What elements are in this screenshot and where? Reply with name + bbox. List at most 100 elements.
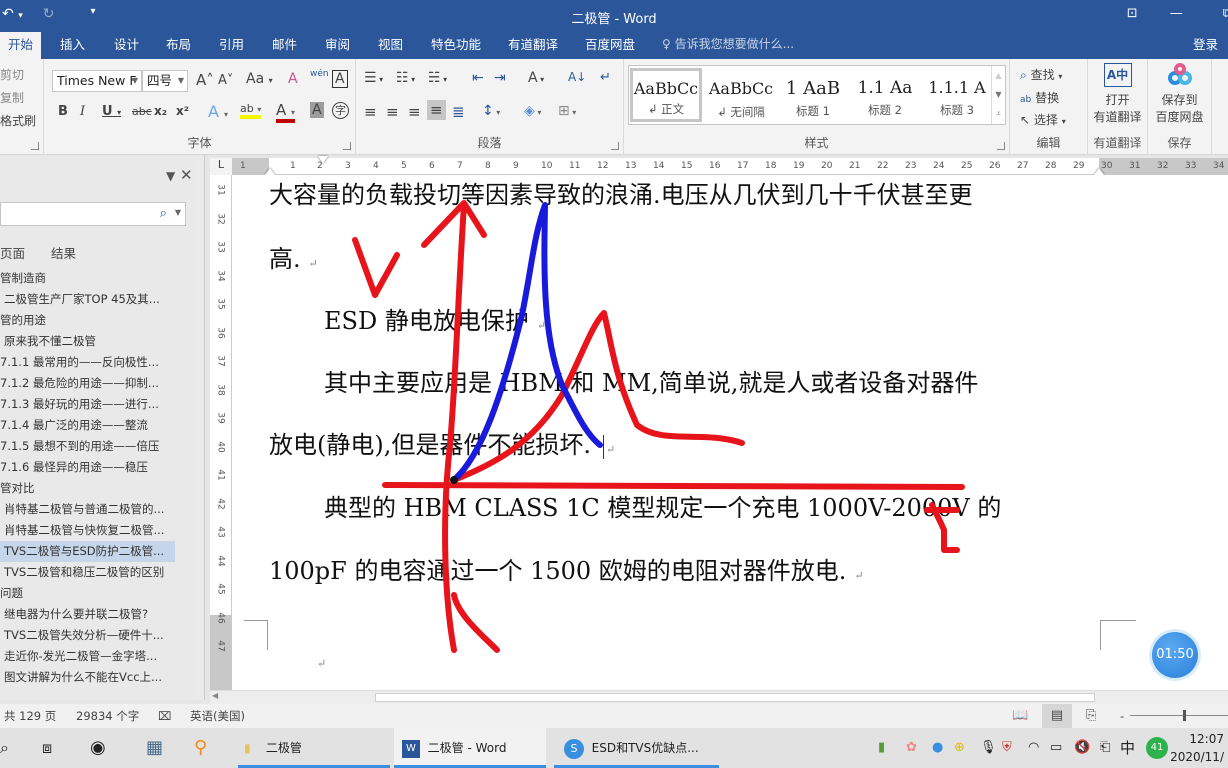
nav-heading-item[interactable]: 管制造商: [0, 268, 175, 289]
italic-button[interactable]: I: [80, 104, 85, 119]
more-styles-icon[interactable]: ⩡: [992, 104, 1005, 123]
paragraph-launcher[interactable]: [611, 142, 619, 150]
nav-heading-item[interactable]: 继电器为什么要并联二极管?: [0, 604, 175, 625]
nav-heading-item[interactable]: 问题: [0, 583, 175, 604]
scroll-up-icon[interactable]: ▲: [992, 66, 1005, 85]
nav-heading-item[interactable]: TVS二极管和稳压二极管的区别: [0, 562, 175, 583]
taskbar-item-folder[interactable]: ▮ 二极管: [238, 728, 390, 768]
tell-me-search[interactable]: ♀ 告诉我您想要做什么...: [662, 32, 794, 57]
sort-button[interactable]: A↓: [568, 70, 586, 84]
tab-view[interactable]: 视图: [370, 32, 411, 59]
style-heading-2[interactable]: 1.1 Aa 标题 2: [849, 68, 921, 122]
highlight-button[interactable]: ab ▾: [240, 102, 262, 119]
justify-button[interactable]: ≡: [427, 100, 446, 120]
nav-tab-pages[interactable]: 页面: [0, 246, 25, 261]
nav-tab-results[interactable]: 结果: [51, 246, 76, 261]
format-painter-button[interactable]: 格式刷: [0, 112, 36, 129]
shrink-font-button[interactable]: A˅: [218, 73, 233, 88]
word-count[interactable]: 29834 个字: [76, 704, 139, 728]
copy-button[interactable]: 复制: [0, 89, 24, 106]
center-button[interactable]: ≡: [386, 103, 399, 121]
tab-design[interactable]: 设计: [106, 32, 147, 59]
increase-indent-button[interactable]: ⇥: [494, 70, 506, 86]
styles-scroll[interactable]: ▲ ▼ ⩡: [991, 66, 1005, 124]
font-size-combo[interactable]: 四号 ▼: [142, 70, 188, 92]
align-left-button[interactable]: ≡: [364, 103, 377, 121]
system-clock[interactable]: 12:07 2020/11/: [1170, 730, 1224, 766]
recording-timer[interactable]: 01:50: [1152, 632, 1198, 678]
font-name-combo[interactable]: Times New F ▼: [52, 70, 142, 92]
taskbar-item-browser[interactable]: S ESD和TVS优缺点...: [554, 728, 719, 768]
tab-references[interactable]: 引用: [211, 32, 252, 59]
nav-heading-item[interactable]: 走近你-发光二极管—金字塔...: [0, 646, 175, 667]
chinese-layout-button[interactable]: A ▾: [528, 70, 544, 86]
nav-heading-item[interactable]: 管的用途: [0, 310, 175, 331]
document-canvas[interactable]: 大容量的负载投切等因素导致的浪涌.电压从几伏到几十千伏甚至更 高. ↵ ESD 静…: [232, 175, 1228, 690]
style-no-spacing[interactable]: AaBbCc ↲ 无间隔: [705, 68, 777, 122]
multilevel-list-button[interactable]: ☵ ▾: [428, 70, 447, 86]
scroll-thumb[interactable]: [375, 693, 1095, 702]
open-youdao-button[interactable]: A中 打开 有道翻译: [1088, 63, 1147, 125]
bold-button[interactable]: B: [58, 104, 68, 119]
tray-usb-eject-icon[interactable]: ⎗: [1100, 728, 1110, 768]
read-mode-button[interactable]: 📖: [1012, 704, 1028, 728]
sign-in-button[interactable]: 登录: [1193, 32, 1218, 57]
zoom-out-button[interactable]: -: [1120, 704, 1124, 728]
bullets-button[interactable]: ☰ ▾: [364, 70, 383, 86]
find-button[interactable]: ⌕ 查找 ▾: [1020, 66, 1062, 83]
tab-home[interactable]: 开始: [0, 32, 42, 59]
vertical-ruler[interactable]: 31 32 33 34 35 36 37 38 39 40 41 42 43 44 45 46 47: [210, 175, 232, 690]
font-launcher[interactable]: [343, 142, 351, 150]
superscript-button[interactable]: x²: [176, 104, 189, 118]
tab-review[interactable]: 审阅: [317, 32, 358, 59]
minimize-button[interactable]: —: [1170, 6, 1183, 21]
phonetic-guide-button[interactable]: wén: [310, 69, 329, 79]
tray-360-icon[interactable]: ⊕: [954, 728, 965, 768]
clear-formatting-button[interactable]: A: [288, 71, 298, 87]
tray-badge[interactable]: 41: [1146, 728, 1168, 768]
nav-heading-item[interactable]: 图文讲解为什么不能在Vcc上...: [0, 667, 175, 688]
strikethrough-button[interactable]: abc: [132, 105, 152, 118]
tray-battery-icon[interactable]: ▭: [1050, 728, 1062, 768]
tab-selector[interactable]: L: [210, 158, 232, 175]
nav-heading-item[interactable]: 肖特基二极管与快恢复二极管...: [0, 520, 175, 541]
subscript-button[interactable]: x₂: [154, 104, 167, 118]
tab-mailings[interactable]: 邮件: [264, 32, 305, 59]
tray-app-icon[interactable]: ✿: [906, 728, 917, 768]
tray-usb-icon[interactable]: ▮: [878, 728, 885, 768]
tab-youdao[interactable]: 有道翻译: [500, 32, 566, 59]
character-shading-button[interactable]: A: [310, 102, 324, 118]
nav-heading-item[interactable]: 7.1.4 最广泛的用途——整流: [0, 415, 175, 436]
nav-search-input[interactable]: ⌕ ▼: [0, 202, 186, 226]
numbering-button[interactable]: ☷ ▾: [396, 70, 415, 86]
pane-options-button[interactable]: ▼: [166, 169, 175, 183]
text-effects-button[interactable]: A ▾: [208, 102, 228, 121]
decrease-indent-button[interactable]: ⇤: [472, 70, 484, 86]
borders-button[interactable]: ⊞ ▾: [558, 103, 576, 119]
tray-ime[interactable]: 中: [1120, 728, 1135, 768]
tab-baidu[interactable]: 百度网盘: [577, 32, 643, 59]
restore-button[interactable]: ⧉: [1223, 6, 1228, 21]
distributed-button[interactable]: ≣: [452, 103, 465, 121]
task-view-button[interactable]: ⧈: [42, 728, 52, 768]
enclose-characters-button[interactable]: 字: [332, 102, 349, 119]
tab-layout[interactable]: 布局: [158, 32, 199, 59]
chevron-down-icon[interactable]: ▼: [175, 208, 181, 217]
clipboard-launcher[interactable]: [31, 142, 39, 150]
replace-button[interactable]: ab 替换: [1020, 89, 1059, 106]
zoom-slider-thumb[interactable]: [1183, 710, 1186, 721]
nav-heading-item[interactable]: 肖特基二极管与普通二极管的...: [0, 499, 175, 520]
nav-heading-item[interactable]: 7.1.5 最想不到的用途——倍压: [0, 436, 175, 457]
nav-heading-item[interactable]: TVS二极管失效分析—硬件十...: [0, 625, 175, 646]
nav-scrollbar[interactable]: [196, 155, 204, 700]
taskbar-item-word[interactable]: W 二极管 - Word: [394, 728, 546, 768]
zoom-slider[interactable]: [1130, 715, 1228, 716]
align-right-button[interactable]: ≡: [408, 103, 421, 121]
tray-sogou-icon[interactable]: ●: [932, 728, 943, 768]
style-heading-3[interactable]: 1.1.1 A 标题 3: [921, 68, 993, 122]
grow-font-button[interactable]: A˄: [196, 71, 214, 89]
scroll-down-icon[interactable]: ▼: [992, 85, 1005, 104]
calculator-button[interactable]: ▦: [146, 728, 163, 768]
tab-insert[interactable]: 插入: [52, 32, 93, 59]
nav-heading-item[interactable]: 7.1.3 最好玩的用途——进行...: [0, 394, 175, 415]
